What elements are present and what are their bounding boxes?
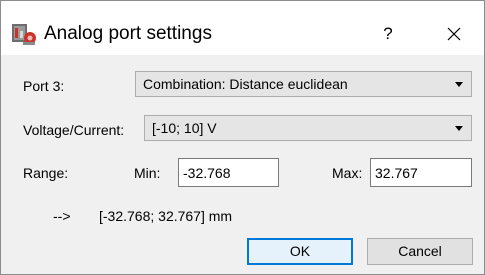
result-arrow: --> bbox=[53, 208, 71, 224]
port-select-value: Combination: Distance euclidean bbox=[143, 76, 348, 92]
close-icon bbox=[447, 27, 461, 41]
min-label: Min: bbox=[134, 165, 161, 181]
help-button[interactable]: ? bbox=[373, 19, 403, 49]
analog-port-settings-dialog: Analog port settings ? Port 3: Combinati… bbox=[0, 0, 485, 275]
port-label: Port 3: bbox=[23, 78, 65, 94]
chevron-down-icon bbox=[455, 82, 463, 87]
max-label: Max: bbox=[332, 165, 363, 181]
port-select[interactable]: Combination: Distance euclidean bbox=[135, 71, 472, 97]
voltage-current-select[interactable]: [-10; 10] V bbox=[144, 115, 472, 141]
voltage-current-select-value: [-10; 10] V bbox=[152, 120, 217, 136]
app-icon bbox=[12, 24, 36, 45]
close-button[interactable] bbox=[437, 19, 471, 49]
cancel-button[interactable]: Cancel bbox=[367, 238, 473, 265]
chevron-down-icon bbox=[455, 126, 463, 131]
min-field[interactable] bbox=[178, 158, 279, 187]
range-label: Range: bbox=[23, 165, 69, 181]
result-range-text: [-32.768; 32.767] mm bbox=[99, 208, 233, 224]
dialog-title: Analog port settings bbox=[44, 23, 212, 44]
voltage-current-label: Voltage/Current: bbox=[23, 122, 125, 138]
title-bar: Analog port settings ? bbox=[1, 1, 484, 55]
max-field[interactable] bbox=[370, 158, 472, 187]
ok-button[interactable]: OK bbox=[247, 238, 353, 265]
